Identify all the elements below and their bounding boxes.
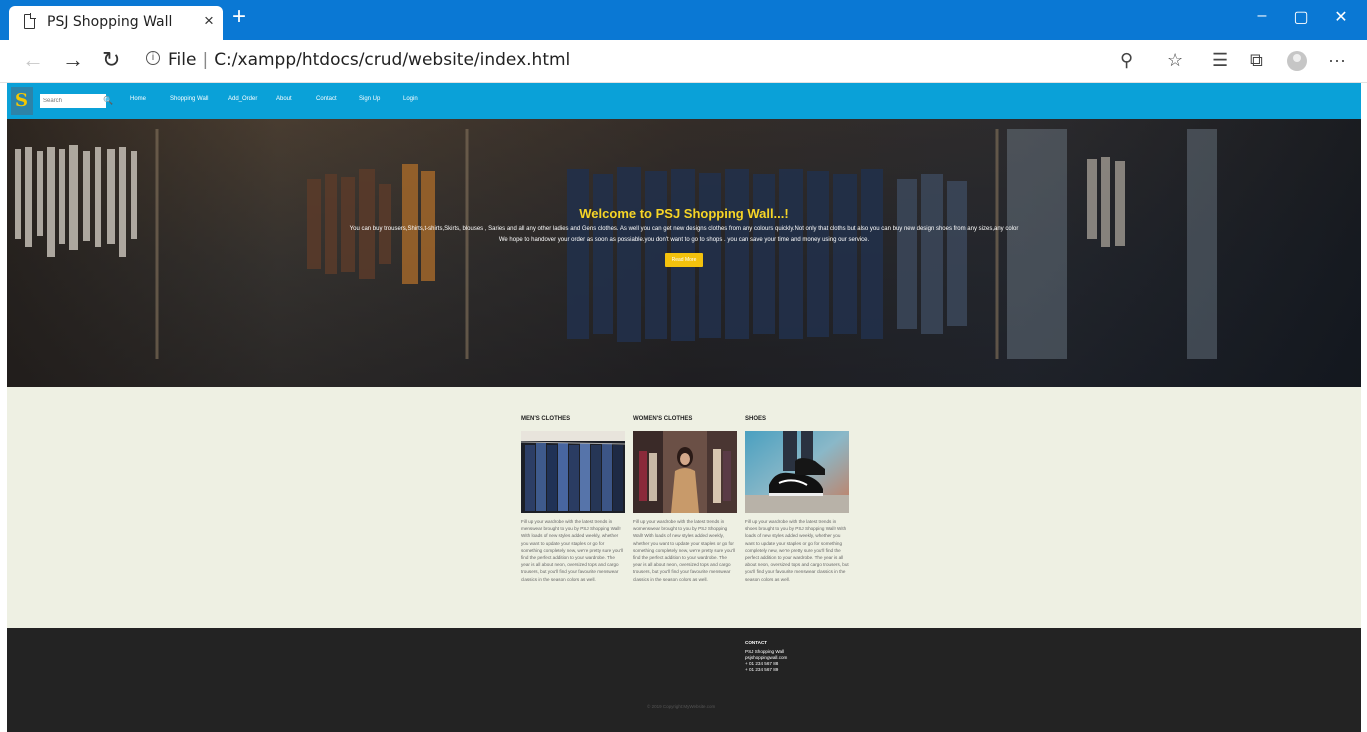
new-tab-button[interactable]: + — [232, 4, 246, 30]
favorites-list-icon[interactable]: ☰ — [1212, 50, 1228, 70]
clothing-racks-image — [15, 129, 1217, 359]
site-footer: CONTACT PSJ Shopping Wall psjshoppingwal… — [7, 628, 1361, 732]
profile-icon[interactable] — [1287, 51, 1307, 71]
nav-sign-up[interactable]: Sign Up — [359, 96, 380, 102]
info-icon[interactable]: i — [146, 51, 160, 65]
category-title: WOMEN'S CLOTHES — [633, 416, 693, 422]
favorite-star-icon[interactable]: ☆ — [1167, 50, 1183, 70]
copyright-text: © 2019 Copyright:MyWebsite.com — [647, 704, 716, 709]
zoom-icon[interactable]: ⚲ — [1120, 50, 1133, 70]
browser-tab[interactable]: PSJ Shopping Wall × — [9, 6, 223, 40]
hero-description-line-1: You can buy trousers,Shirts,t-shirts,Ski… — [349, 226, 1019, 232]
browser-tabstrip: PSJ Shopping Wall × + – ▢ ✕ — [0, 0, 1367, 40]
tab-close-icon[interactable]: × — [204, 11, 214, 31]
hero-banner: Welcome to PSJ Shopping Wall...! You can… — [7, 119, 1361, 387]
maximize-button[interactable]: ▢ — [1285, 7, 1317, 27]
categories-section: MEN'S CLOTHES Fill up your wardrobe with… — [7, 387, 1361, 628]
search-input[interactable] — [40, 94, 106, 108]
mens-clothes-image[interactable] — [521, 431, 625, 513]
search-icon[interactable]: 🔍 — [103, 94, 113, 108]
category-description: Fill up your wardrobe with the latest tr… — [521, 519, 623, 582]
contact-block: CONTACT PSJ Shopping Wall psjshoppingwal… — [745, 640, 787, 673]
refresh-icon[interactable]: ↻ — [102, 48, 120, 72]
url-path: C:/xampp/htdocs/crud/website/index.html — [214, 50, 571, 70]
shoes-image[interactable] — [745, 431, 849, 513]
page-icon — [24, 13, 36, 29]
nav-login[interactable]: Login — [403, 96, 418, 102]
nav-about[interactable]: About — [276, 96, 292, 102]
forward-icon[interactable]: → — [62, 48, 84, 72]
site-logo[interactable]: S — [11, 87, 33, 115]
read-more-button[interactable]: Read More — [665, 253, 703, 267]
category-description: Fill up your wardrobe with the latest tr… — [633, 519, 735, 582]
logo-letter: S — [15, 90, 28, 111]
womens-clothes-image[interactable] — [633, 431, 737, 513]
hero-title: Welcome to PSJ Shopping Wall...! — [579, 206, 789, 221]
collections-icon[interactable]: ⧉ — [1250, 50, 1263, 70]
back-icon[interactable]: ← — [22, 48, 44, 72]
nav-add-order[interactable]: Add_Order — [228, 96, 257, 102]
url-separator: | — [202, 50, 209, 70]
nav-contact[interactable]: Contact — [316, 96, 337, 102]
site-navbar: S 🔍 Home Shopping Wall Add_Order About C… — [7, 83, 1361, 119]
more-icon[interactable]: ··· — [1328, 50, 1346, 70]
tab-title: PSJ Shopping Wall — [47, 14, 173, 30]
category-description: Fill up your wardrobe with the latest tr… — [745, 519, 849, 582]
close-window-button[interactable]: ✕ — [1325, 7, 1357, 27]
nav-home[interactable]: Home — [130, 96, 146, 102]
address-bar: ← → ↻ i File | C:/xampp/htdocs/crud/websit… — [0, 40, 1367, 83]
category-title: SHOES — [745, 416, 767, 422]
contact-phone-2: + 01 234 567 89 — [745, 667, 779, 672]
nav-shopping-wall[interactable]: Shopping Wall — [170, 96, 208, 102]
url-field[interactable]: File | C:/xampp/htdocs/crud/website/index.… — [168, 50, 570, 70]
hero-description-line-2: We hope to handover your order as soon a… — [498, 237, 870, 243]
category-title: MEN'S CLOTHES — [521, 416, 571, 422]
minimize-button[interactable]: – — [1246, 7, 1278, 25]
url-scheme: File — [168, 50, 197, 70]
